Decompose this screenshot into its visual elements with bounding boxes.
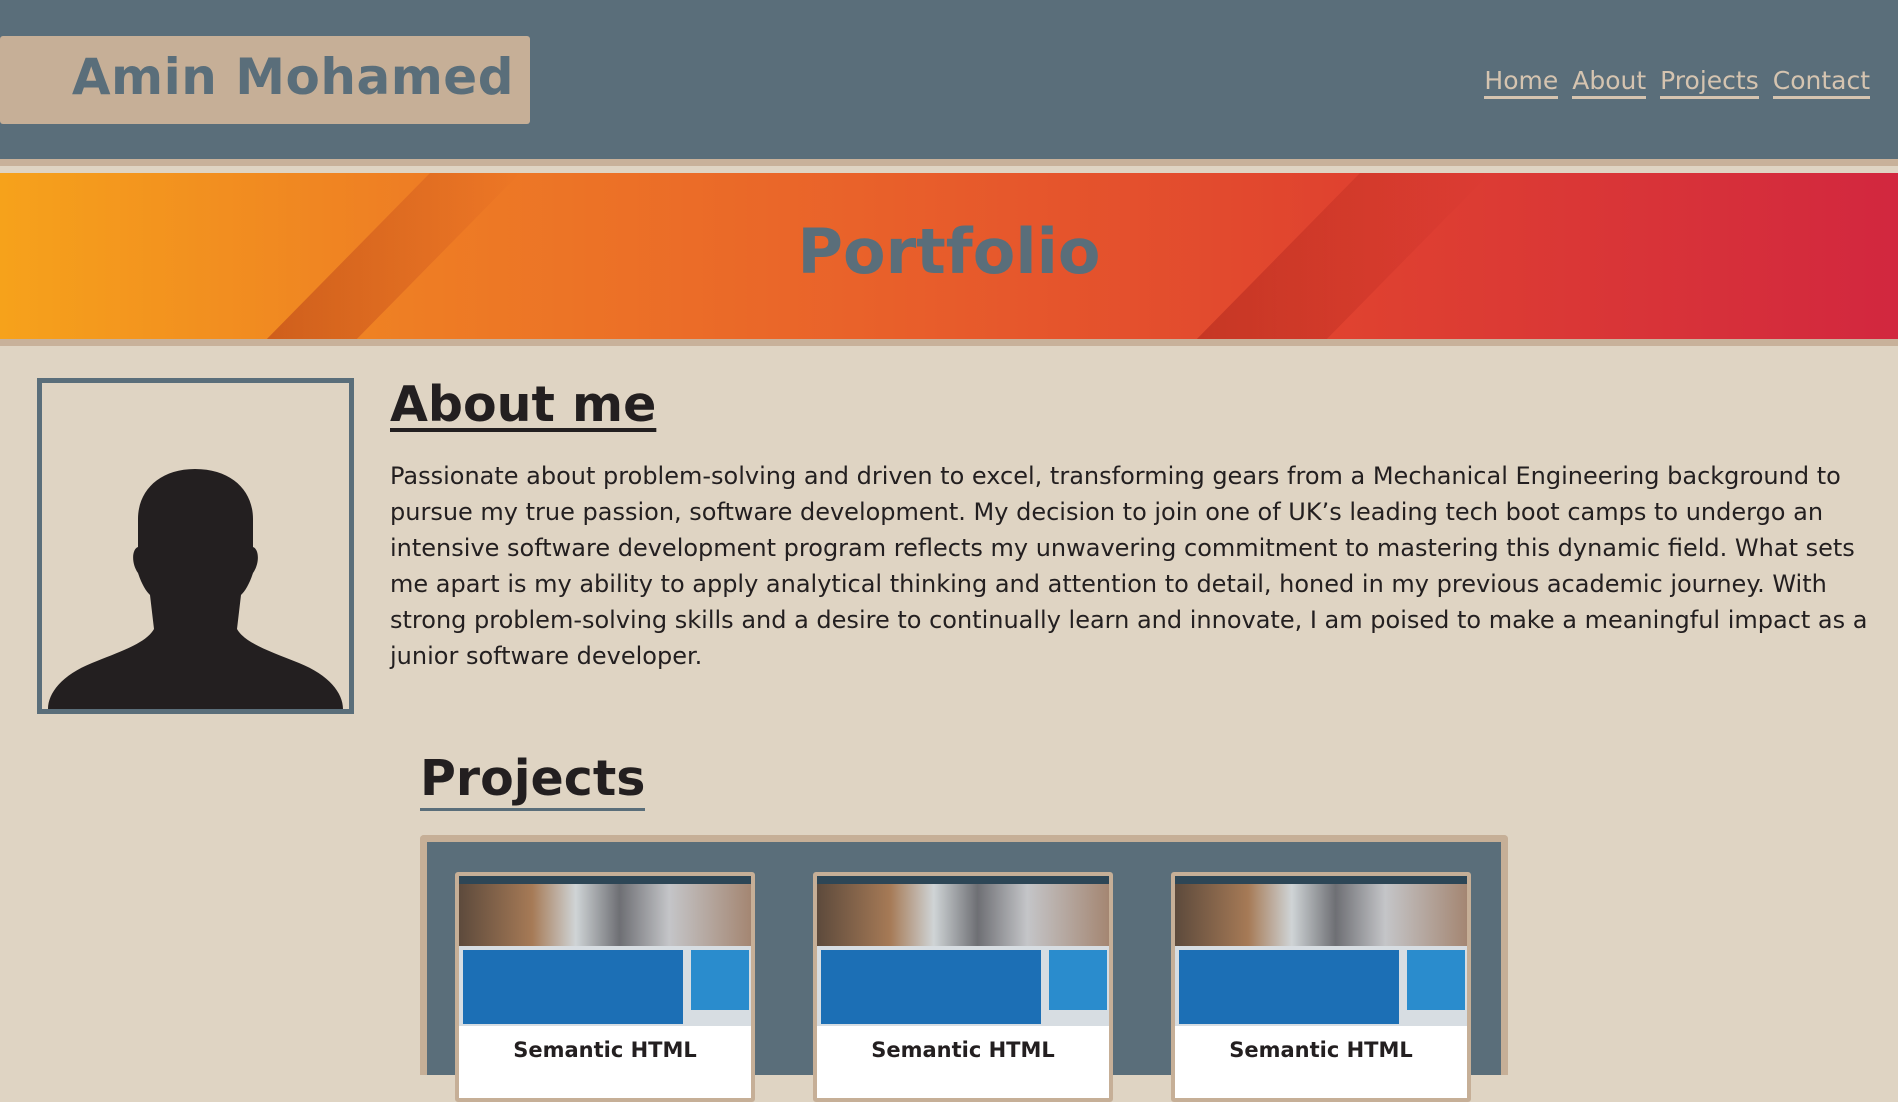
site-header: Amin Mohamed Home About Projects Contact <box>0 0 1898 166</box>
project-card[interactable]: Semantic HTML <box>1171 872 1471 1102</box>
site-logo-text[interactable]: Amin Mohamed <box>72 48 514 106</box>
project-thumbnail <box>1175 876 1467 1026</box>
project-thumbnail <box>459 876 751 1026</box>
project-card-label: Semantic HTML <box>871 1038 1055 1062</box>
about-heading: About me <box>390 376 657 433</box>
nav-link-projects[interactable]: Projects <box>1660 66 1759 99</box>
hero-banner: Portfolio <box>0 173 1898 346</box>
person-silhouette-icon <box>48 469 343 709</box>
nav-link-about[interactable]: About <box>1572 66 1647 99</box>
project-thumbnail <box>817 876 1109 1026</box>
nav-link-contact[interactable]: Contact <box>1772 66 1870 99</box>
main-nav: Home About Projects Contact <box>1484 66 1870 99</box>
projects-panel: Semantic HTML Semantic HTML Semantic HTM… <box>420 835 1508 1102</box>
nav-link-home[interactable]: Home <box>1484 66 1559 99</box>
banner-title: Portfolio <box>797 215 1101 288</box>
project-card[interactable]: Semantic HTML <box>455 872 755 1102</box>
project-card-label: Semantic HTML <box>513 1038 697 1062</box>
project-card[interactable]: Semantic HTML <box>813 872 1113 1102</box>
projects-heading: Projects <box>420 750 646 811</box>
profile-avatar <box>37 378 354 714</box>
about-paragraph: Passionate about problem-solving and dri… <box>390 462 1868 670</box>
logo-box[interactable]: Amin Mohamed <box>0 36 530 124</box>
project-card-label: Semantic HTML <box>1229 1038 1413 1062</box>
